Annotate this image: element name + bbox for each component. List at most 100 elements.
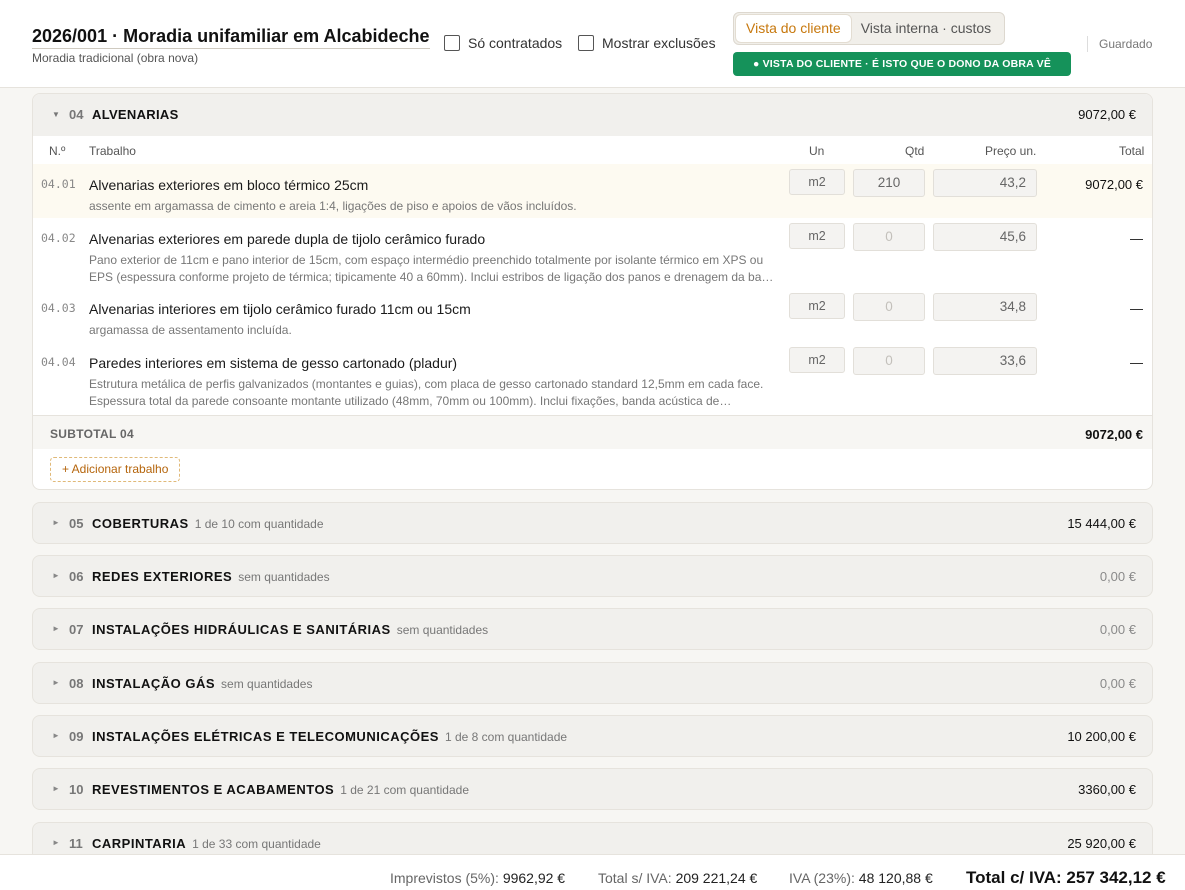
col-qty: Qtd: [905, 144, 925, 158]
divider: [1087, 36, 1088, 52]
quantity-input[interactable]: 0: [853, 223, 925, 251]
section-header-05[interactable]: ► 05 COBERTURAS 1 de 10 com quantidade 15…: [32, 502, 1153, 544]
net-value: 209 221,24 €: [675, 870, 758, 886]
quantity-input[interactable]: 0: [853, 293, 925, 321]
work-description: assente em argamassa de cimento e areia …: [89, 199, 577, 213]
section-note: sem quantidades: [221, 677, 313, 691]
filter-exclusions-checkbox[interactable]: Mostrar exclusões: [578, 35, 716, 51]
section-name-text: REVESTIMENTOS E ACABAMENTOS: [92, 782, 335, 797]
col-num: N.º: [49, 144, 66, 158]
section-name-text: CARPINTARIA: [92, 836, 187, 851]
section-header-09[interactable]: ► 09 INSTALAÇÕES ELÉTRICAS E TELECOMUNIC…: [32, 715, 1153, 757]
filter-exclusions-label: Mostrar exclusões: [602, 35, 716, 51]
section-header-07[interactable]: ► 07 INSTALAÇÕES HIDRÁULICAS E SANITÁRIA…: [32, 608, 1153, 650]
work-description: argamassa de assentamento incluída.: [89, 323, 292, 337]
section-note: sem quantidades: [396, 623, 489, 637]
section-total: 0,00 €: [1099, 622, 1136, 637]
net-total: Total s/ IVA: 209 221,24 €: [598, 870, 757, 886]
section-note: 1 de 10 com quantidade: [194, 517, 324, 531]
grand-total: Total c/ IVA: 257 342,12 €: [966, 868, 1166, 887]
table-row: 04.02 Alvenarias exteriores em parede du…: [33, 218, 1152, 288]
section-name-text: INSTALAÇÃO GÁS: [92, 676, 216, 691]
project-subtitle: Moradia tradicional (obra nova): [32, 51, 199, 65]
table-row: 04.01 Alvenarias exteriores em bloco tér…: [33, 164, 1152, 218]
client-view-badge: ● VISTA DO CLIENTE · É ISTO QUE O DONO D…: [733, 52, 1071, 76]
section-name: COBERTURAS 1 de 10 com quantidade: [92, 516, 324, 531]
row-index: 04.04: [41, 355, 76, 369]
checkbox-box[interactable]: [578, 35, 594, 51]
quantity-input[interactable]: 0: [853, 347, 925, 375]
section-header-08[interactable]: ► 08 INSTALAÇÃO GÁS sem quantidades 0,00 …: [32, 662, 1153, 704]
unit-field[interactable]: m2: [789, 293, 845, 319]
unit-price-input[interactable]: 45,6: [933, 223, 1037, 251]
save-status: Guardado: [1099, 37, 1153, 51]
chevron-right-icon: ►: [52, 571, 60, 580]
view-internal-button[interactable]: Vista interna · custos: [851, 15, 1001, 42]
quantity-input[interactable]: 210: [853, 169, 925, 197]
filter-contracted-checkbox[interactable]: Só contratados: [444, 35, 562, 51]
contingency-value: 9962,92 €: [502, 870, 566, 886]
unit-field[interactable]: m2: [789, 223, 845, 249]
vat-value: 48 120,88 €: [858, 870, 933, 886]
section-note: 1 de 21 com quantidade: [340, 783, 469, 797]
section-number: 07: [69, 622, 84, 637]
section-name: REVESTIMENTOS E ACABAMENTOS 1 de 21 com q…: [92, 782, 469, 797]
work-description: Estrutura metálica de perfis galvanizado…: [89, 377, 764, 408]
section-total: 10 200,00 €: [1067, 729, 1136, 744]
view-toggle: Vista do cliente Vista interna · custos: [733, 12, 1005, 45]
section-note: 1 de 33 com quantidade: [192, 837, 321, 851]
section-subtotal: SUBTOTAL 04 9072,00 €: [33, 415, 1152, 449]
section-name: INSTALAÇÕES ELÉTRICAS E TELECOMUNICAÇÕES…: [92, 729, 567, 744]
unit-field[interactable]: m2: [789, 169, 845, 195]
totals-bar: Imprevistos (5%): 9962,92 € Total s/ IVA…: [0, 854, 1185, 890]
table-row: 04.03 Alvenarias interiores em tijolo ce…: [33, 288, 1152, 342]
work-title[interactable]: Alvenarias exteriores em bloco térmico 2…: [89, 177, 368, 193]
filter-contracted-label: Só contratados: [468, 35, 563, 51]
work-title[interactable]: Paredes interiores em sistema de gesso c…: [89, 355, 457, 371]
section-name-text: INSTALAÇÕES HIDRÁULICAS E SANITÁRIAS: [92, 622, 391, 637]
unit-price-input[interactable]: 34,8: [933, 293, 1037, 321]
table-header: N.º Trabalho Un Qtd Preço un. Total: [33, 136, 1152, 164]
row-total: —: [1130, 355, 1143, 370]
section-name-text: INSTALAÇÕES ELÉTRICAS E TELECOMUNICAÇÕES: [92, 729, 439, 744]
col-price: Preço un.: [985, 144, 1037, 158]
row-index: 04.02: [41, 231, 76, 245]
top-bar: 2026/001 · Moradia unifamiliar em Alcabi…: [0, 0, 1185, 88]
row-index: 04.03: [41, 301, 76, 315]
row-total: —: [1130, 301, 1143, 316]
section-number: 10: [69, 782, 84, 797]
work-title[interactable]: Alvenarias interiores em tijolo cerâmico…: [89, 301, 471, 317]
section-name: REDES EXTERIORES sem quantidades: [92, 569, 330, 584]
section-number: 09: [69, 729, 84, 744]
subtotal-label: SUBTOTAL 04: [50, 427, 134, 441]
vat-total: IVA (23%): 48 120,88 €: [789, 870, 933, 886]
row-total: —: [1130, 231, 1143, 246]
section-number: 11: [69, 836, 83, 851]
view-client-button[interactable]: Vista do cliente: [736, 15, 851, 42]
section-header-06[interactable]: ► 06 REDES EXTERIORES sem quantidades 0,0…: [32, 555, 1153, 597]
chevron-right-icon: ►: [52, 731, 60, 740]
project-title[interactable]: 2026/001 · Moradia unifamiliar em Alcabi…: [32, 26, 430, 49]
row-index: 04.01: [41, 177, 76, 191]
contingency-total: Imprevistos (5%): 9962,92 €: [390, 870, 565, 886]
section-number: 08: [69, 676, 84, 691]
checkbox-box[interactable]: [444, 35, 460, 51]
section-total: 9072,00 €: [1078, 107, 1136, 122]
chevron-down-icon: ▼: [52, 110, 60, 119]
section-number: 05: [69, 516, 84, 531]
section-name: INSTALAÇÕES HIDRÁULICAS E SANITÁRIAS sem …: [92, 622, 488, 637]
unit-price-input[interactable]: 33,6: [933, 347, 1037, 375]
section-total: 15 444,00 €: [1067, 516, 1136, 531]
unit-price-input[interactable]: 43,2: [933, 169, 1037, 197]
net-label: Total s/ IVA:: [598, 870, 672, 886]
section-note: 1 de 8 com quantidade: [444, 730, 568, 744]
section-header-04[interactable]: ▼ 04 ALVENARIAS 9072,00 €: [33, 94, 1152, 136]
add-work-button[interactable]: + Adicionar trabalho: [50, 457, 181, 482]
chevron-right-icon: ►: [52, 678, 60, 687]
unit-field[interactable]: m2: [789, 347, 845, 373]
section-header-10[interactable]: ► 10 REVESTIMENTOS E ACABAMENTOS 1 de 21 …: [32, 768, 1153, 810]
work-title[interactable]: Alvenarias exteriores em parede dupla de…: [89, 231, 485, 247]
chevron-right-icon: ►: [52, 518, 60, 527]
section-total: 0,00 €: [1099, 676, 1136, 691]
section-name: INSTALAÇÃO GÁS sem quantidades: [92, 676, 312, 691]
